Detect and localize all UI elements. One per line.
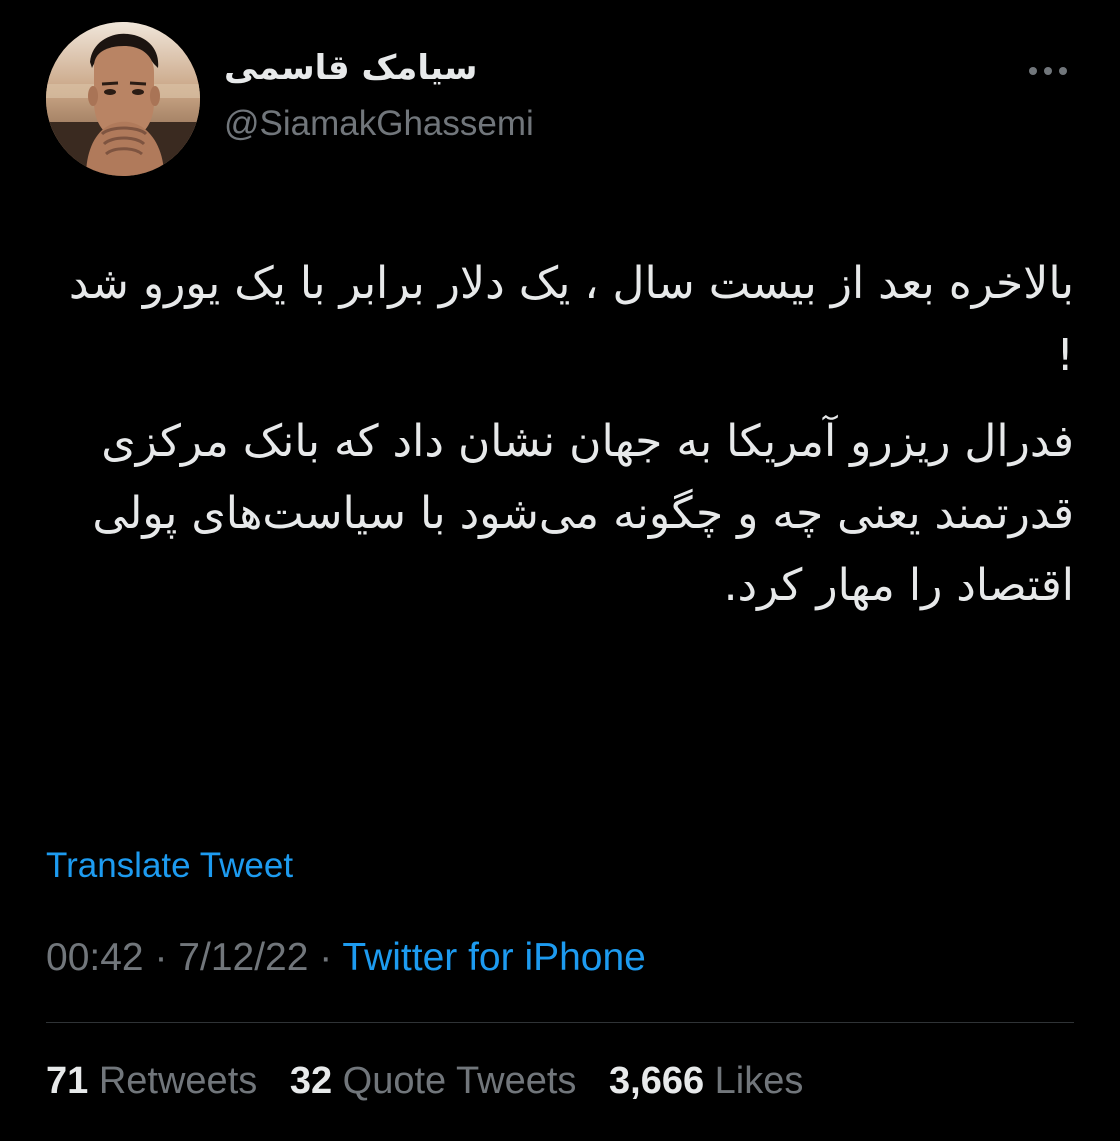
tweet-paragraph: فدرال ریزرو آمریکا به جهان نشان داد که ب… bbox=[92, 416, 1074, 611]
avatar[interactable] bbox=[46, 22, 200, 176]
meta-separator: · bbox=[154, 936, 168, 979]
likes-stat[interactable]: 3,666 Likes bbox=[609, 1060, 803, 1103]
author-handle[interactable]: @SiamakGhassemi bbox=[224, 104, 534, 144]
tweet-time: 00:42 bbox=[46, 936, 144, 979]
tweet-meta: 00:42 · 7/12/22 · Twitter for iPhone bbox=[46, 936, 646, 980]
likes-label: Likes bbox=[714, 1060, 804, 1102]
author-display-name[interactable]: سیامک قاسمی bbox=[224, 48, 477, 88]
likes-count: 3,666 bbox=[609, 1060, 705, 1102]
tweet-date: 7/12/22 bbox=[178, 936, 309, 979]
meta-separator: · bbox=[319, 936, 333, 979]
retweets-label: Retweets bbox=[98, 1060, 258, 1102]
quote-tweets-label: Quote Tweets bbox=[342, 1060, 577, 1102]
profile-photo bbox=[46, 22, 200, 176]
tweet-source-link[interactable]: Twitter for iPhone bbox=[342, 936, 645, 979]
retweets-stat[interactable]: 71 Retweets bbox=[46, 1060, 257, 1103]
tweet-stats: 71 Retweets 32 Quote Tweets 3,666 Likes bbox=[46, 1060, 825, 1103]
quote-tweets-stat[interactable]: 32 Quote Tweets bbox=[290, 1060, 577, 1103]
translate-tweet-link[interactable]: Translate Tweet bbox=[46, 846, 293, 886]
quote-tweets-count: 32 bbox=[289, 1060, 333, 1102]
tweet-text: بالاخره بعد از بیست سال ، یک دلار برابر … bbox=[40, 248, 1074, 622]
divider bbox=[46, 1022, 1074, 1023]
retweets-count: 71 bbox=[46, 1060, 89, 1102]
more-horizontal-icon[interactable] bbox=[1024, 56, 1074, 86]
tweet-paragraph: بالاخره بعد از بیست سال ، یک دلار برابر … bbox=[68, 258, 1074, 381]
